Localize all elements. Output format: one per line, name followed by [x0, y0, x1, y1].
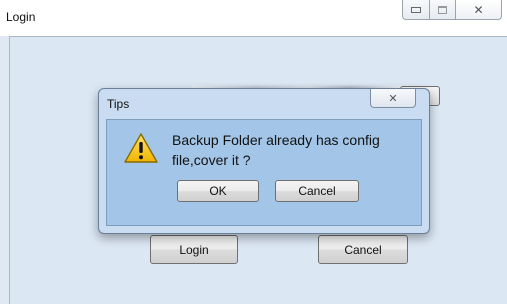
dialog-cancel-button[interactable]: Cancel — [275, 180, 359, 202]
ok-button[interactable]: OK — [177, 180, 259, 202]
minimize-button[interactable] — [402, 0, 430, 20]
close-button[interactable]: ✕ — [456, 0, 502, 20]
message-line-1: Backup Folder already has config — [172, 132, 380, 148]
close-icon: ✕ — [388, 91, 398, 105]
minimize-icon — [411, 6, 421, 13]
window-title: Login — [6, 10, 36, 24]
dialog-title: Tips — [107, 97, 130, 111]
message-line-2: file,cover it ? — [172, 152, 251, 168]
dialog-body: Backup Folder already has config file,co… — [106, 119, 422, 226]
close-icon: ✕ — [473, 2, 484, 17]
dialog-close-button[interactable]: ✕ — [370, 89, 416, 108]
title-bar: Login ✕ — [0, 0, 507, 36]
maximize-icon — [438, 5, 447, 14]
window-controls: ✕ — [402, 0, 507, 22]
maximize-button[interactable] — [430, 0, 456, 20]
tips-dialog: Tips ✕ Backup Folder already has config … — [98, 88, 430, 234]
warning-icon — [124, 133, 158, 163]
cancel-button[interactable]: Cancel — [318, 235, 408, 264]
login-button[interactable]: Login — [150, 235, 238, 264]
